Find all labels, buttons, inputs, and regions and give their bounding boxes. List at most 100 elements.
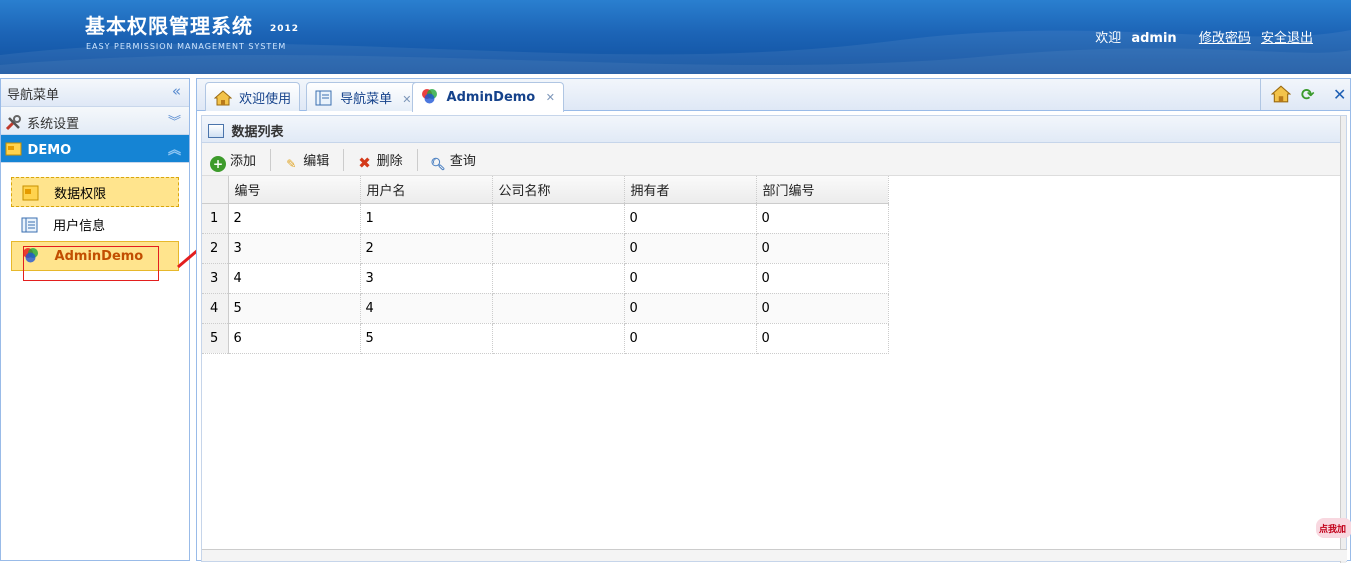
toolbar-separator (416, 149, 418, 171)
table-cell: 5 (228, 293, 361, 324)
table-row[interactable]: 3 4 3 0 0 (202, 263, 889, 294)
nav-panel-header: 导航菜单 « (1, 79, 189, 107)
toolbar-separator (343, 149, 345, 171)
app-title: 基本权限管理系统 (85, 14, 253, 38)
vertical-scrollbar[interactable] (1340, 116, 1346, 563)
search-icon: 🔍︎ (430, 157, 446, 171)
pagination-bar (202, 549, 1347, 561)
tab-label: AdminDemo (446, 90, 536, 105)
tab-label: 欢迎使用 (239, 92, 292, 107)
folder-icon (22, 185, 40, 201)
chevron-double-down-icon[interactable]: ︾ (168, 111, 181, 130)
list-icon (315, 90, 333, 106)
add-button[interactable]: + 添加 (206, 148, 260, 174)
username: admin (1131, 31, 1177, 46)
pencil-icon: ✎ (286, 157, 297, 171)
table-row[interactable]: 1 2 1 0 0 (202, 203, 889, 234)
nav-panel: 导航菜单 « 系统设置 ︾ DEMO ︽ 数据权限 用户信息 AdminDemo (0, 78, 190, 561)
close-icon[interactable]: ✕ (546, 91, 555, 104)
table-cell (492, 323, 625, 354)
app-year: 2012 (270, 24, 300, 34)
menu-item-user-info[interactable]: 用户信息 (11, 210, 179, 240)
accordion-system-settings[interactable]: 系统设置 ︾ (1, 107, 189, 135)
row-number: 5 (202, 323, 229, 354)
table-cell (492, 203, 625, 234)
column-header[interactable]: 编号 (228, 176, 361, 204)
grid-table: 编号 用户名 公司名称 拥有者 部门编号 1 2 1 0 0 2 3 2 0 0… (202, 176, 889, 354)
grid-title: 数据列表 (231, 125, 284, 140)
edit-button[interactable]: ✎ 编辑 (279, 148, 333, 174)
delete-icon: ✖ (358, 154, 371, 172)
column-header[interactable]: 用户名 (360, 176, 493, 204)
table-cell: 0 (756, 203, 889, 234)
grid-toolbar: + 添加 ✎ 编辑 ✖ 删除 🔍︎ 查询 (202, 143, 1346, 176)
table-cell: 0 (624, 233, 757, 264)
column-header[interactable]: 拥有者 (624, 176, 757, 204)
table-cell: 0 (756, 233, 889, 264)
accordion-label: DEMO (27, 143, 72, 158)
menu-item-label: 数据权限 (54, 187, 107, 202)
table-cell: 0 (624, 323, 757, 354)
table-row[interactable]: 2 3 2 0 0 (202, 233, 889, 264)
welcome-text: 欢迎 (1095, 31, 1122, 46)
grid-title-bar: 数据列表 (202, 116, 1346, 143)
menu-item-label: 用户信息 (53, 219, 106, 234)
refresh-icon[interactable]: ⟳ (1301, 85, 1314, 104)
table-cell: 0 (756, 263, 889, 294)
add-icon: + (210, 156, 226, 172)
row-number: 4 (202, 293, 229, 324)
tab-label: 导航菜单 (340, 92, 393, 107)
row-number-header (202, 176, 229, 204)
column-header[interactable]: 公司名称 (492, 176, 625, 204)
table-cell: 0 (756, 323, 889, 354)
table-cell: 2 (360, 233, 493, 264)
row-number: 2 (202, 233, 229, 264)
header-row: 编号 用户名 公司名称 拥有者 部门编号 (202, 176, 889, 204)
tab-admin-demo[interactable]: AdminDemo ✕ (412, 82, 564, 112)
table-cell: 2 (228, 203, 361, 234)
nav-panel-title: 导航菜单 (7, 88, 60, 103)
menu-item-data-permission[interactable]: 数据权限 (11, 177, 179, 207)
header: 基本权限管理系统 2012 EASY PERMISSION MANAGEMENT… (0, 0, 1351, 74)
data-grid: 数据列表 + 添加 ✎ 编辑 ✖ 删除 🔍︎ 查询 编号 用户名 公司名称 拥有者 部门… (201, 115, 1347, 563)
close-icon[interactable]: ✕ (1333, 85, 1346, 104)
main-panel: 欢迎使用 导航菜单 ✕ AdminDemo ✕ ⟳ ✕ 数据列表 + 添加 ✎ … (196, 78, 1351, 563)
column-header[interactable]: 部门编号 (756, 176, 889, 204)
button-label: 删除 (376, 154, 403, 169)
table-cell: 0 (624, 203, 757, 234)
user-bar: 欢迎 admin 修改密码 安全退出 (1091, 27, 1313, 46)
table-cell (492, 293, 625, 324)
table-row[interactable]: 4 5 4 0 0 (202, 293, 889, 324)
table-cell: 0 (756, 293, 889, 324)
table-row[interactable]: 5 6 5 0 0 (202, 323, 889, 354)
table-cell: 4 (228, 263, 361, 294)
table-cell: 1 (360, 203, 493, 234)
row-number: 1 (202, 203, 229, 234)
tab-nav-menu[interactable]: 导航菜单 ✕ (306, 82, 421, 111)
chevron-double-up-icon[interactable]: ︽ (168, 139, 181, 158)
collapse-left-icon[interactable]: « (172, 82, 181, 100)
home-icon (213, 90, 233, 106)
table-cell: 5 (360, 323, 493, 354)
accordion-demo[interactable]: DEMO ︽ (1, 135, 189, 163)
home-icon[interactable] (1270, 85, 1292, 107)
table-cell: 3 (228, 233, 361, 264)
app-subtitle: EASY PERMISSION MANAGEMENT SYSTEM (86, 42, 287, 51)
logout-link[interactable]: 安全退出 (1261, 31, 1313, 46)
tab-tools: ⟳ ✕ (1260, 79, 1350, 110)
table-cell: 4 (360, 293, 493, 324)
button-label: 编辑 (303, 154, 330, 169)
accordion-label: 系统设置 (27, 117, 80, 132)
delete-button[interactable]: ✖ 删除 (353, 148, 407, 173)
change-password-link[interactable]: 修改密码 (1199, 31, 1251, 46)
tab-welcome[interactable]: 欢迎使用 (205, 82, 301, 111)
button-label: 添加 (230, 154, 257, 169)
list-icon (21, 217, 39, 233)
table-cell (492, 233, 625, 264)
query-button[interactable]: 🔍︎ 查询 (426, 148, 480, 174)
promo-badge[interactable]: 点我加 (1316, 518, 1351, 538)
close-icon[interactable]: ✕ (402, 93, 411, 106)
table-cell: 6 (228, 323, 361, 354)
color-wheel-icon (421, 88, 439, 104)
grid-icon (208, 124, 224, 138)
